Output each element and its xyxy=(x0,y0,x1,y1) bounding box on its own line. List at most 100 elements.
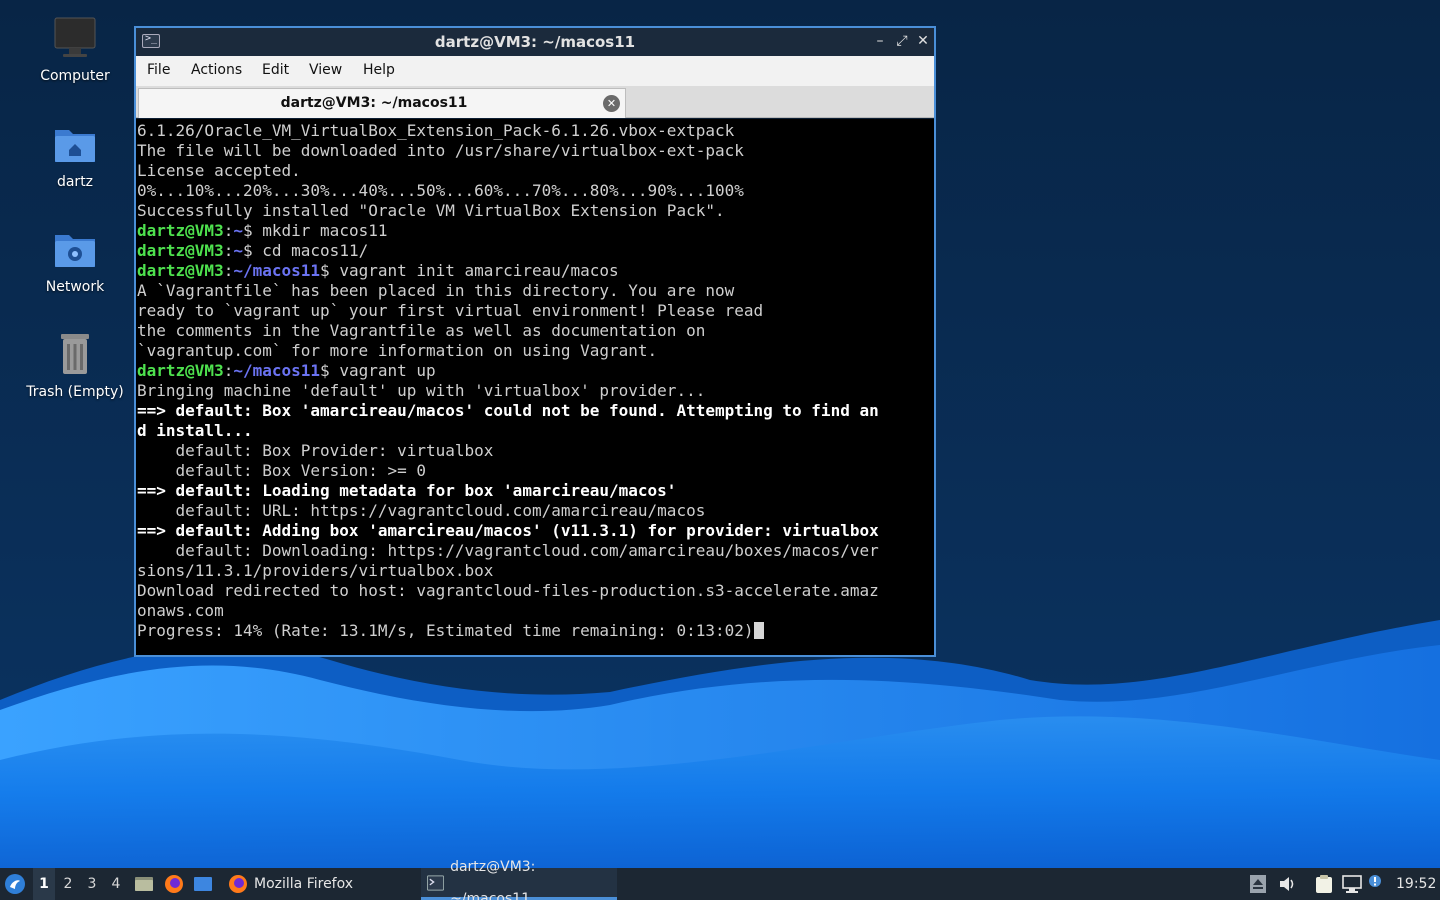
terminal-line: License accepted. xyxy=(137,161,879,181)
terminal-line: The file will be downloaded into /usr/sh… xyxy=(137,141,879,161)
terminal-line: Progress: 14% (Rate: 13.1M/s, Estimated … xyxy=(137,621,879,641)
clock[interactable]: 19:52 xyxy=(1396,868,1438,900)
terminal-line: default: Box Provider: virtualbox xyxy=(137,441,879,461)
tab-bar: dartz@VM3: ~/macos11 ✕ xyxy=(136,86,934,118)
terminal-segment: Download redirected to host: vagrantclou… xyxy=(137,581,879,600)
trash-icon xyxy=(61,334,89,374)
terminal-line: onaws.com xyxy=(137,601,879,621)
maximize-button[interactable]: ⤢ xyxy=(892,31,912,51)
terminal-segment: ==> default: Adding box 'amarcireau/maco… xyxy=(137,521,879,540)
tray-eject[interactable] xyxy=(1250,868,1270,900)
desktop-icon-network[interactable]: Network xyxy=(20,225,130,295)
desktop-icon-label: dartz xyxy=(56,174,94,190)
workspace-3[interactable]: 3 xyxy=(81,868,103,900)
clipboard-icon xyxy=(1316,875,1332,893)
terminal-segment: ==> default: Loading metadata for box 'a… xyxy=(137,481,677,500)
terminal-window[interactable]: >_ dartz@VM3: ~/macos11 – ⤢ ✕ File Actio… xyxy=(134,26,936,657)
terminal-segment: 6.1.26/Oracle_VM_VirtualBox_Extension_Pa… xyxy=(137,121,735,140)
volume-icon xyxy=(1280,877,1294,891)
terminal-segment: d install... xyxy=(137,421,253,440)
window-titlebar[interactable]: >_ dartz@VM3: ~/macos11 – ⤢ ✕ xyxy=(136,28,934,56)
desktop-icon-computer[interactable]: Computer xyxy=(20,14,130,84)
terminal-segment: default: Box Provider: virtualbox xyxy=(137,441,494,460)
firefox-icon xyxy=(229,875,247,893)
tray-clipboard[interactable] xyxy=(1314,868,1336,900)
menu-help[interactable]: Help xyxy=(363,62,395,78)
terminal-line: Successfully installed "Oracle VM Virtua… xyxy=(137,201,879,221)
tab-close-icon[interactable]: ✕ xyxy=(603,95,620,112)
minimize-button[interactable]: – xyxy=(870,31,890,51)
terminal-segment: sions/11.3.1/providers/virtualbox.box xyxy=(137,561,494,580)
menu-file[interactable]: File xyxy=(147,62,170,78)
terminal-segment: Progress: 14% (Rate: 13.1M/s, Estimated … xyxy=(137,621,754,640)
terminal-segment: $ mkdir macos11 xyxy=(242,221,388,240)
terminal-icon xyxy=(427,874,445,891)
task-firefox[interactable]: Mozilla Firefox xyxy=(222,868,418,900)
terminal-line: dartz@VM3:~/macos11$ vagrant up xyxy=(137,361,879,381)
terminal-segment: $ vagrant init amarcireau/macos xyxy=(320,261,619,280)
desktop-icon-label: Computer xyxy=(40,68,110,84)
terminal-segment: $ cd macos11/ xyxy=(242,241,369,260)
terminal-segment: A `Vagrantfile` has been placed in this … xyxy=(137,281,735,300)
terminal-text: 6.1.26/Oracle_VM_VirtualBox_Extension_Pa… xyxy=(137,121,879,641)
terminal-segment: : xyxy=(223,241,234,260)
close-button[interactable]: ✕ xyxy=(913,31,933,51)
file-manager-icon xyxy=(135,877,153,891)
start-menu-icon xyxy=(5,874,25,894)
terminal-segment: ~ xyxy=(233,241,243,260)
tab-label: dartz@VM3: ~/macos11 xyxy=(280,95,468,111)
terminal-line: Bringing machine 'default' up with 'virt… xyxy=(137,381,879,401)
task-label: Mozilla Firefox xyxy=(254,876,354,892)
terminal-line: ==> default: Box 'amarcireau/macos' coul… xyxy=(137,401,879,421)
menu-actions[interactable]: Actions xyxy=(191,62,242,78)
computer-icon xyxy=(54,17,96,57)
terminal-line: `vagrantup.com` for more information on … xyxy=(137,341,879,361)
task-terminal[interactable]: dartz@VM3: ~/macos11 xyxy=(421,859,617,900)
terminal-segment: `vagrantup.com` for more information on … xyxy=(137,341,658,360)
workspace-1[interactable]: 1 xyxy=(33,868,55,900)
workspace-2[interactable]: 2 xyxy=(57,868,79,900)
file-manager-launcher[interactable] xyxy=(134,868,156,900)
terminal-segment: The file will be downloaded into /usr/sh… xyxy=(137,141,744,160)
terminal-line: ==> default: Loading metadata for box 'a… xyxy=(137,481,879,501)
terminal-segment: Bringing machine 'default' up with 'virt… xyxy=(137,381,706,400)
window-title: dartz@VM3: ~/macos11 xyxy=(434,33,636,51)
firefox-icon xyxy=(165,875,183,893)
terminal-segment: : xyxy=(223,361,234,380)
notification-icon xyxy=(1369,875,1381,887)
tray-volume[interactable] xyxy=(1278,868,1300,900)
taskbar: 1 2 3 4 Mozilla Firefox dartz@VM3: ~/mac… xyxy=(0,859,1440,900)
terminal-line: default: URL: https://vagrantcloud.com/a… xyxy=(137,501,879,521)
terminal-line: Download redirected to host: vagrantclou… xyxy=(137,581,879,601)
terminal-segment: dartz@VM3 xyxy=(137,241,224,260)
terminal-output[interactable]: 6.1.26/Oracle_VM_VirtualBox_Extension_Pa… xyxy=(136,119,934,655)
terminal-line: the comments in the Vagrantfile as well … xyxy=(137,321,879,341)
terminal-line: 6.1.26/Oracle_VM_VirtualBox_Extension_Pa… xyxy=(137,121,879,141)
terminal-line: dartz@VM3:~$ mkdir macos11 xyxy=(137,221,879,241)
tray-network[interactable] xyxy=(1342,868,1364,900)
terminal-segment: ~ xyxy=(233,221,243,240)
terminal-line: 0%...10%...20%...30%...40%...50%...60%..… xyxy=(137,181,879,201)
app-menu-button[interactable] xyxy=(4,868,28,900)
terminal-line: dartz@VM3:~/macos11$ vagrant init amarci… xyxy=(137,261,879,281)
firefox-launcher[interactable] xyxy=(164,868,186,900)
menu-edit[interactable]: Edit xyxy=(262,62,289,78)
terminal-segment: ready to `vagrant up` your first virtual… xyxy=(137,301,764,320)
terminal-segment: ==> default: Box 'amarcireau/macos' coul… xyxy=(137,401,879,420)
terminal-segment: $ vagrant up xyxy=(320,361,436,380)
terminal-segment: dartz@VM3 xyxy=(137,261,224,280)
terminal-segment: License accepted. xyxy=(137,161,301,180)
terminal-segment: ~/macos11 xyxy=(233,361,321,380)
menu-view[interactable]: View xyxy=(309,62,342,78)
task-label: dartz@VM3: ~/macos11 xyxy=(450,858,536,900)
tab-terminal[interactable]: dartz@VM3: ~/macos11 ✕ xyxy=(138,88,626,118)
workspace-4[interactable]: 4 xyxy=(105,868,127,900)
desktop-icon-label: Trash (Empty) xyxy=(26,384,124,400)
show-desktop-launcher[interactable] xyxy=(193,868,215,900)
desktop-icon-trash[interactable]: Trash (Empty) xyxy=(20,330,130,400)
tray-updates[interactable] xyxy=(1368,868,1386,900)
terminal-line: sions/11.3.1/providers/virtualbox.box xyxy=(137,561,879,581)
desktop-icon-home[interactable]: dartz xyxy=(20,120,130,190)
network-icon xyxy=(1342,875,1362,893)
terminal-segment: onaws.com xyxy=(137,601,224,620)
